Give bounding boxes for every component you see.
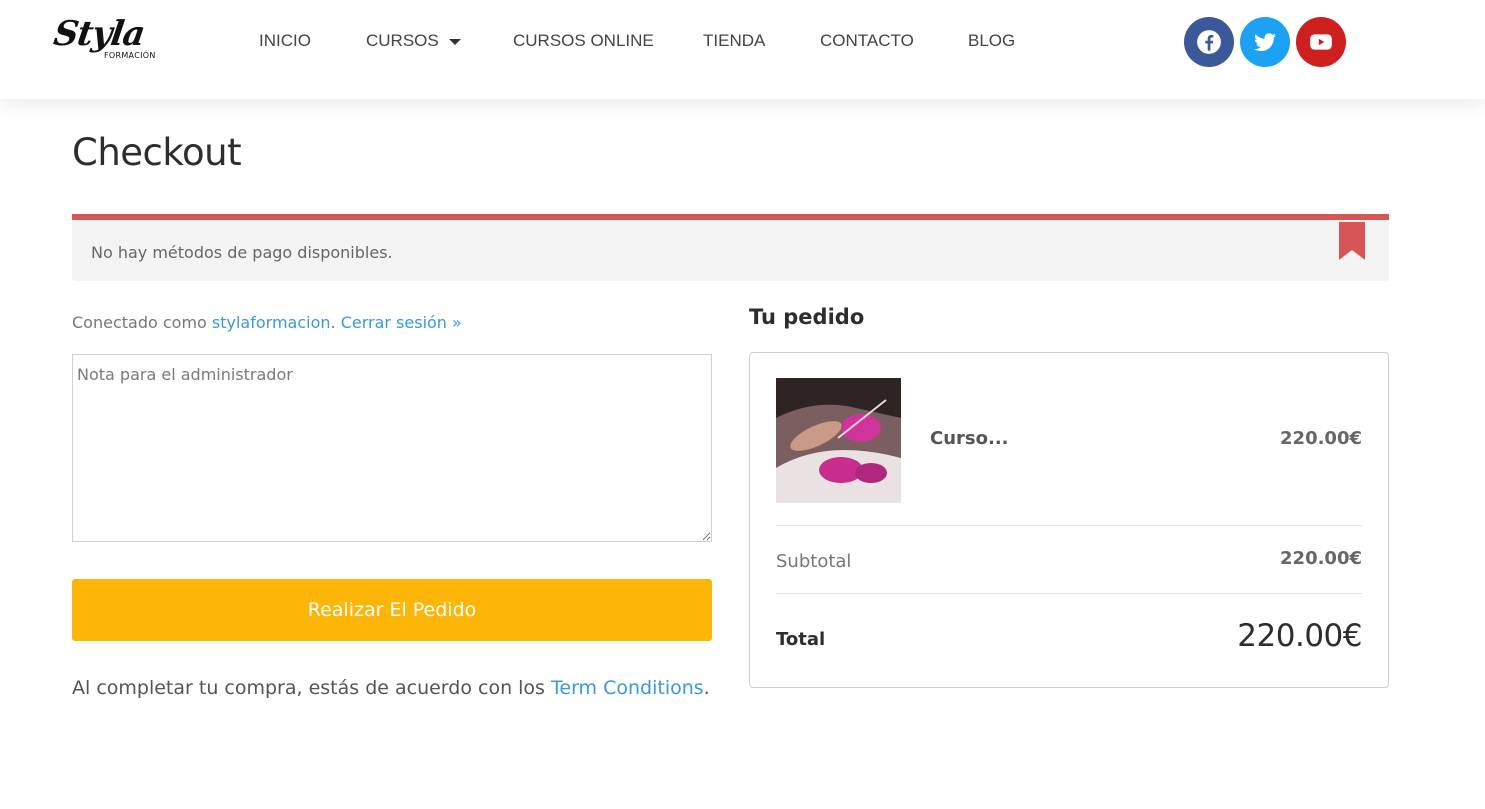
terms-prefix: Al completar tu compra, estás de acuerdo… [72,677,551,699]
chevron-down-icon [448,38,461,45]
subtotal-value: 220.00€ [1280,548,1362,569]
product-image [776,378,901,503]
bookmark-icon [1339,222,1365,260]
nav-item-cursos-online[interactable]: CURSOS ONLINE [513,31,654,51]
twitter-icon [1253,33,1276,52]
subtotal-label: Subtotal [776,551,852,572]
order-summary: Curso... 220.00€ Subtotal 220.00€ Total … [749,352,1389,688]
order-divider [776,593,1362,594]
youtube-icon [1310,34,1332,50]
site-logo[interactable]: Styla FORMACIÓN [51,14,164,64]
logo-sub-text: FORMACIÓN [104,51,156,60]
terms-link[interactable]: Term Conditions [551,677,704,699]
facebook-icon [1197,30,1221,54]
nav-item-cursos[interactable]: CURSOS [366,31,461,51]
total-value: 220.00€ [1237,618,1362,654]
logo-main-text: Styla [51,14,147,54]
site-header: Styla FORMACIÓN INICIO CURSOS CURSOS ONL… [0,0,1485,99]
notice-text: No hay métodos de pago disponibles. [91,243,393,262]
logged-in-separator: . [330,313,341,332]
nav-item-tienda[interactable]: TIENDA [703,31,765,51]
logged-in-info: Conectado como stylaformacion. Cerrar se… [72,313,462,332]
nav-item-blog[interactable]: BLOG [968,31,1015,51]
facebook-button[interactable] [1184,17,1234,67]
order-item-name[interactable]: Curso... [930,428,1009,449]
logged-in-prefix: Conectado como [72,313,212,332]
place-order-button[interactable]: Realizar El Pedido [72,579,712,641]
nav-item-inicio[interactable]: INICIO [259,31,311,51]
youtube-button[interactable] [1296,17,1346,67]
logout-link[interactable]: Cerrar sesión » [341,313,462,332]
nav-item-contacto[interactable]: CONTACTO [820,31,914,51]
total-label: Total [776,629,826,650]
order-divider [776,525,1362,526]
twitter-button[interactable] [1240,17,1290,67]
admin-note-input[interactable] [72,354,712,542]
order-item-price: 220.00€ [1280,428,1362,449]
terms-suffix: . [703,677,710,699]
page-title: Checkout [72,131,242,174]
payment-notice: No hay métodos de pago disponibles. [72,214,1389,281]
product-thumbnail [776,378,901,503]
username-link[interactable]: stylaformacion [212,313,331,332]
nav-item-cursos-label: CURSOS [366,31,439,50]
order-heading: Tu pedido [749,305,865,329]
terms-text: Al completar tu compra, estás de acuerdo… [72,672,712,705]
